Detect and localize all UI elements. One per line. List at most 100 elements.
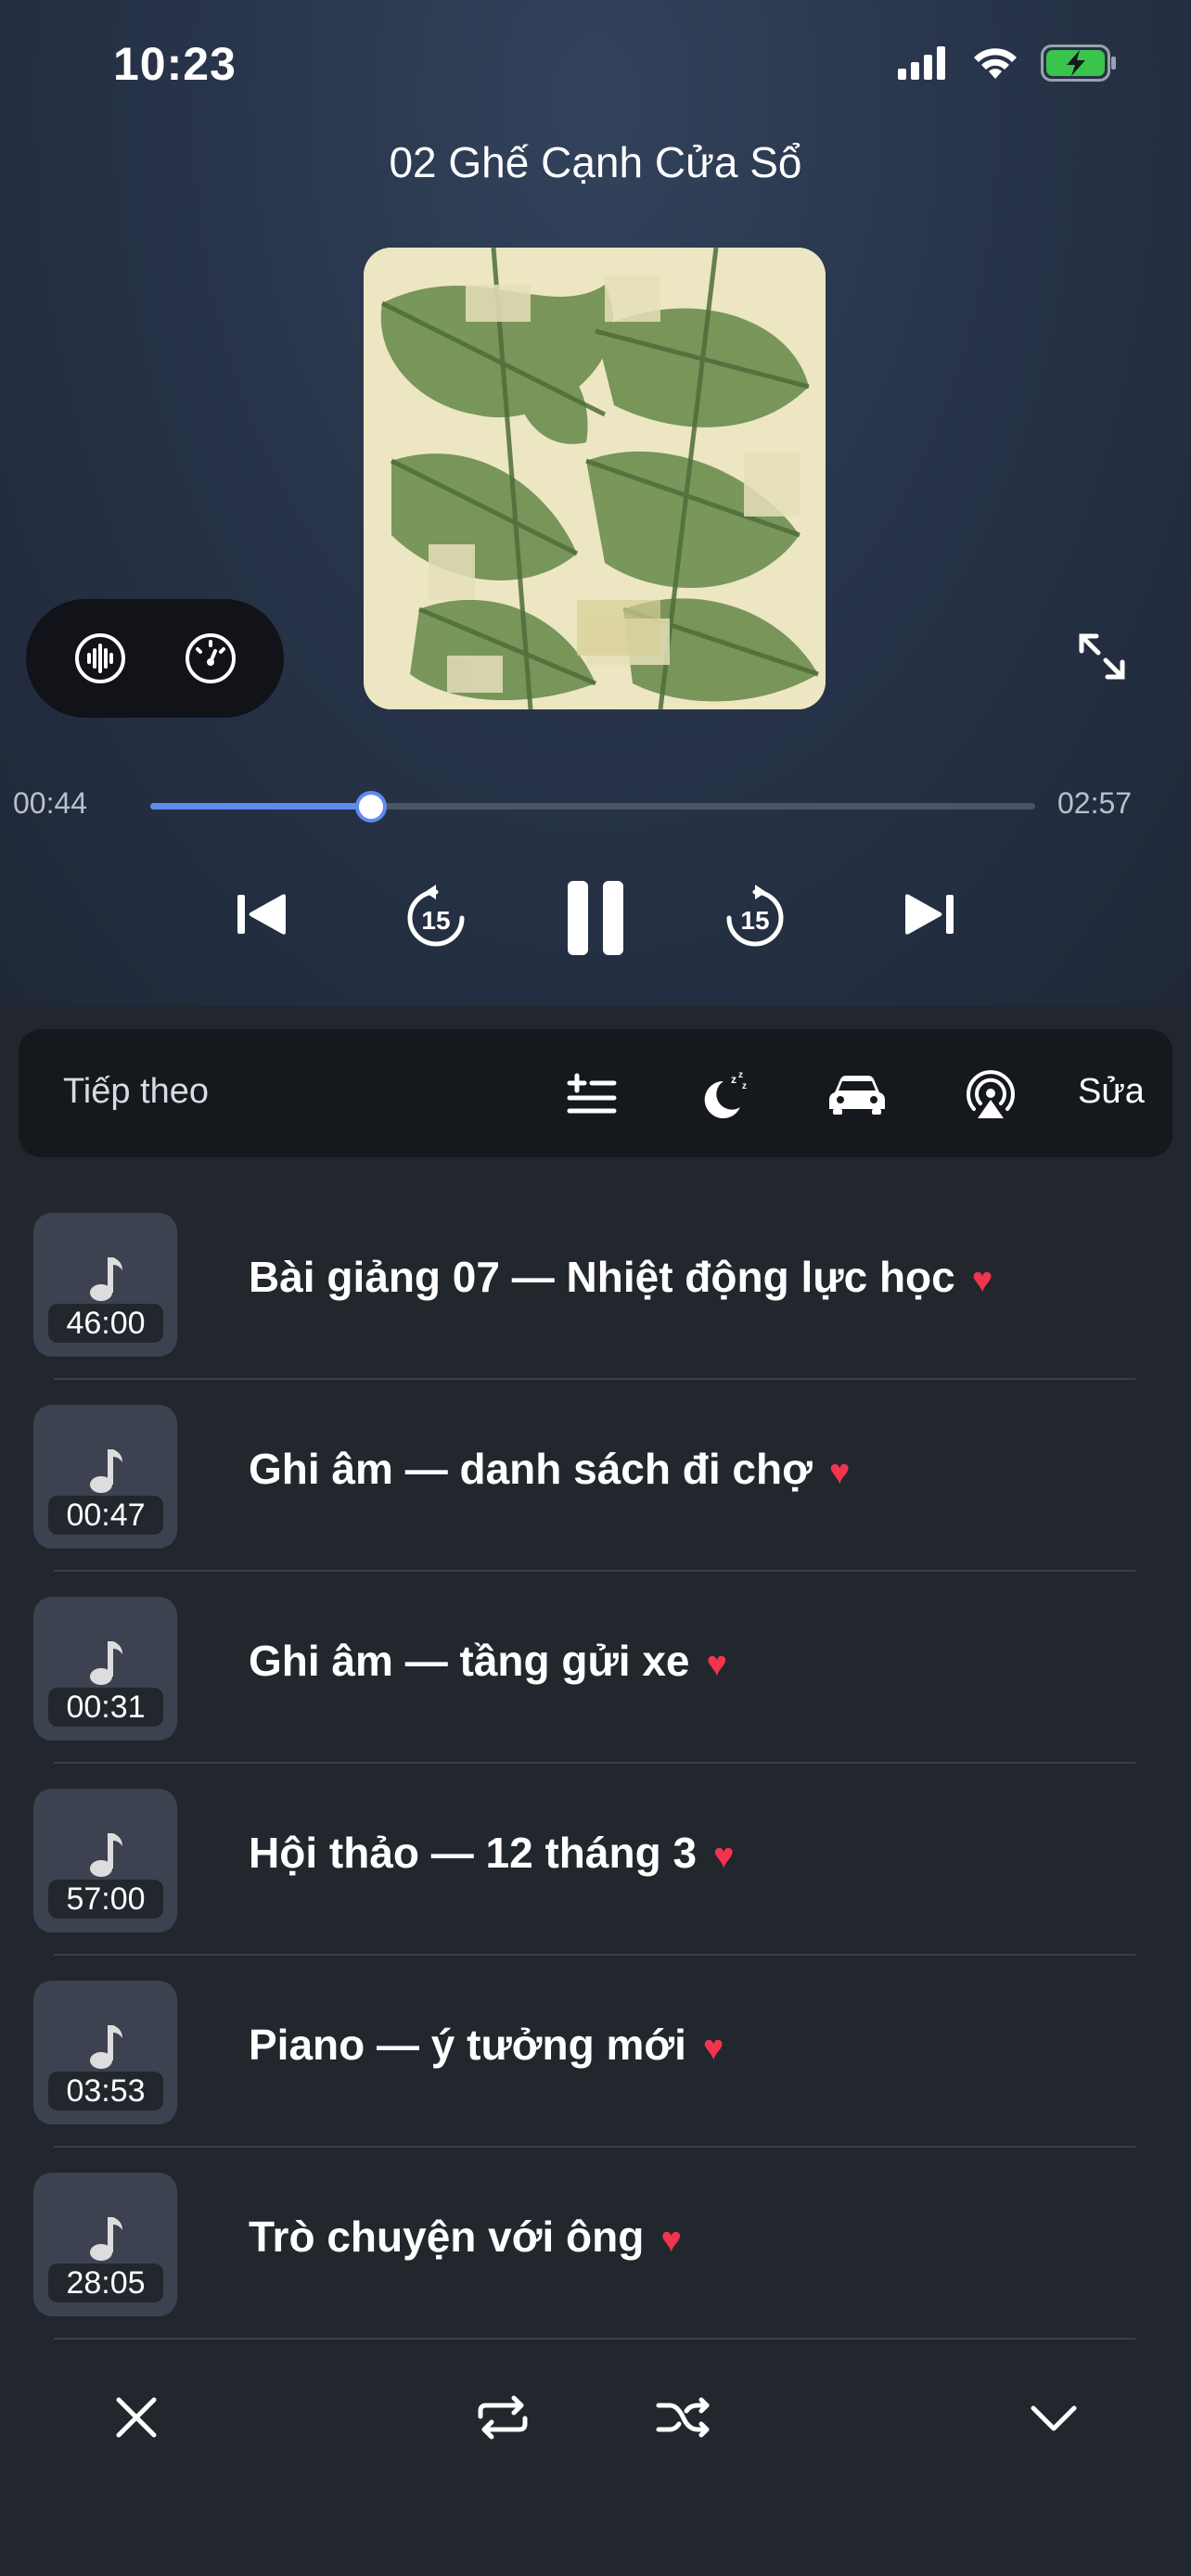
- row-divider: [54, 1954, 1135, 1956]
- music-note-icon: [90, 1257, 122, 1301]
- status-bar-icons: [898, 45, 1117, 82]
- track-name: Bài giảng 07 — Nhiệt động lực học ♥: [249, 1252, 992, 1302]
- cellular-signal-icon: [898, 46, 945, 80]
- voice-enhance-button[interactable]: [72, 631, 128, 686]
- row-divider: [54, 2338, 1135, 2340]
- track-name: Hội thảo — 12 tháng 3 ♥: [249, 1828, 735, 1878]
- close-button[interactable]: [107, 2388, 166, 2447]
- track-thumbnail: 28:05: [33, 2173, 177, 2316]
- track-name: Ghi âm — danh sách đi chợ ♥: [249, 1444, 850, 1494]
- music-note-icon: [90, 1641, 122, 1685]
- track-name-text: Piano — ý tưởng mới: [249, 2021, 686, 2069]
- fullscreen-button[interactable]: [1076, 631, 1128, 682]
- pause-icon: [568, 881, 623, 955]
- skip-back-icon: [237, 894, 286, 935]
- elapsed-time: 00:44: [13, 786, 88, 820]
- expand-icon: [1079, 633, 1125, 680]
- progress-thumb[interactable]: [355, 791, 388, 823]
- track-name-text: Hội thảo — 12 tháng 3: [249, 1829, 698, 1877]
- pause-button[interactable]: [560, 877, 631, 959]
- track-name-text: Ghi âm — tầng gửi xe: [249, 1637, 690, 1685]
- svg-text:z: z: [731, 1073, 736, 1086]
- track-duration: 28:05: [48, 2264, 163, 2302]
- track-title: 02 Ghế Cạnh Cửa Sổ: [389, 138, 802, 186]
- rewind-15-icon: 15: [407, 885, 465, 947]
- sleep-timer-button[interactable]: z z z: [694, 1065, 753, 1124]
- edit-queue-button[interactable]: Sửa: [1078, 1072, 1145, 1112]
- next-track-button[interactable]: [898, 883, 961, 946]
- queue-item[interactable]: 00:47 Ghi âm — danh sách đi chợ ♥: [0, 1405, 1191, 1597]
- svg-text:z: z: [738, 1070, 743, 1080]
- favorite-heart-icon[interactable]: ♥: [829, 1453, 851, 1492]
- up-next-label: Tiếp theo: [63, 1072, 210, 1111]
- track-name-text: Bài giảng 07 — Nhiệt động lực học: [249, 1253, 955, 1301]
- row-divider: [54, 1570, 1135, 1572]
- now-playing-panel: 10:23 02 Ghế Cạnh Cửa Sổ 00:44 02:57 15 …: [0, 0, 1191, 1006]
- track-duration: 00:47: [48, 1496, 163, 1535]
- airplay-icon: [967, 1070, 1015, 1118]
- rewind-15-button[interactable]: 15: [401, 883, 471, 953]
- skip-forward-icon: [905, 894, 954, 935]
- track-name-text: Trò chuyện với ông: [249, 2213, 645, 2261]
- track-duration: 46:00: [48, 1304, 163, 1343]
- car-mode-button[interactable]: [827, 1065, 887, 1124]
- favorite-heart-icon[interactable]: ♥: [713, 1837, 735, 1876]
- airplay-button[interactable]: [961, 1065, 1020, 1124]
- music-note-icon: [90, 2025, 122, 2069]
- speedometer-icon: [185, 633, 236, 683]
- svg-text:15: 15: [740, 906, 769, 935]
- track-thumbnail: 00:47: [33, 1405, 177, 1549]
- battery-charging-icon: [1041, 45, 1116, 82]
- audio-options-pill: [26, 599, 284, 718]
- collapse-button[interactable]: [1024, 2388, 1083, 2447]
- status-time: 10:23: [113, 38, 237, 90]
- shuffle-button[interactable]: [655, 2388, 714, 2447]
- track-duration: 00:31: [48, 1688, 163, 1727]
- queue-item[interactable]: 03:53 Piano — ý tưởng mới ♥: [0, 1981, 1191, 2173]
- track-duration: 03:53: [48, 2072, 163, 2111]
- favorite-heart-icon[interactable]: ♥: [707, 1645, 728, 1684]
- forward-15-icon: 15: [726, 885, 784, 947]
- track-name: Trò chuyện với ông ♥: [249, 2212, 682, 2262]
- add-to-queue-button[interactable]: [562, 1065, 621, 1124]
- svg-text:15: 15: [421, 906, 450, 935]
- chevron-down-icon: [1031, 2405, 1077, 2431]
- album-art: [364, 248, 826, 709]
- sleep-moon-icon: z z z: [704, 1070, 747, 1118]
- track-thumbnail: 00:31: [33, 1597, 177, 1741]
- close-icon: [116, 2397, 157, 2438]
- progress-slider[interactable]: [150, 791, 1035, 823]
- track-duration: 57:00: [48, 1880, 163, 1919]
- wifi-icon: [974, 48, 1017, 79]
- favorite-heart-icon[interactable]: ♥: [660, 2221, 682, 2260]
- previous-track-button[interactable]: [230, 883, 293, 946]
- track-name: Ghi âm — tầng gửi xe ♥: [249, 1636, 727, 1686]
- track-name-text: Ghi âm — danh sách đi chợ: [249, 1445, 813, 1493]
- row-divider: [54, 1762, 1135, 1764]
- total-duration: 02:57: [1057, 786, 1133, 820]
- forward-15-button[interactable]: 15: [720, 883, 790, 953]
- favorite-heart-icon[interactable]: ♥: [972, 1261, 993, 1300]
- add-to-queue-icon: [567, 1073, 617, 1114]
- music-note-icon: [90, 1449, 122, 1493]
- track-name: Piano — ý tưởng mới ♥: [249, 2020, 724, 2070]
- queue-item[interactable]: 28:05 Trò chuyện với ông ♥: [0, 2173, 1191, 2365]
- progress-fill: [150, 803, 371, 810]
- row-divider: [54, 1378, 1135, 1380]
- queue-toolbar: Tiếp theo z z z Sửa: [19, 1029, 1172, 1157]
- queue-item[interactable]: 46:00 Bài giảng 07 — Nhiệt động lực học ♥: [0, 1213, 1191, 1405]
- waveform-icon: [74, 633, 125, 683]
- music-note-icon: [90, 1833, 122, 1877]
- track-thumbnail: 57:00: [33, 1789, 177, 1932]
- favorite-heart-icon[interactable]: ♥: [703, 2029, 724, 2068]
- car-icon: [829, 1076, 885, 1115]
- track-thumbnail: 03:53: [33, 1981, 177, 2124]
- queue-item[interactable]: 00:31 Ghi âm — tầng gửi xe ♥: [0, 1597, 1191, 1789]
- queue-item[interactable]: 57:00 Hội thảo — 12 tháng 3 ♥: [0, 1789, 1191, 1981]
- playback-speed-button[interactable]: [183, 631, 238, 686]
- repeat-button[interactable]: [473, 2388, 532, 2447]
- repeat-icon: [478, 2395, 528, 2440]
- shuffle-icon: [656, 2397, 710, 2438]
- svg-text:z: z: [742, 1081, 747, 1091]
- track-thumbnail: 46:00: [33, 1213, 177, 1357]
